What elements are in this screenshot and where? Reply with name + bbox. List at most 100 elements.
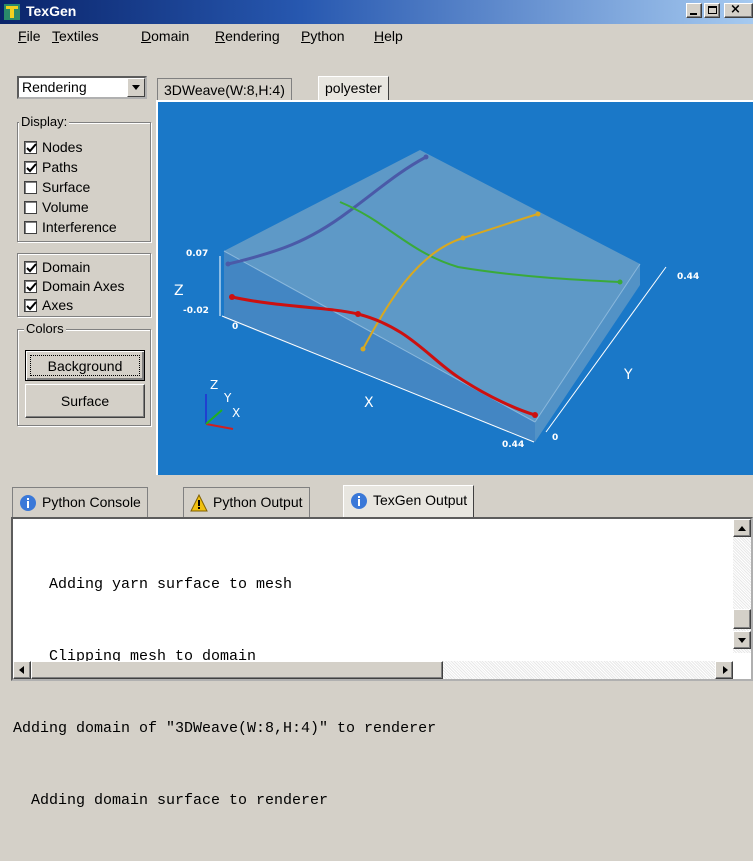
domain-display-group: Domain Domain Axes Axes bbox=[17, 253, 151, 317]
tab-polyester[interactable]: polyester bbox=[318, 76, 389, 101]
maximize-icon bbox=[708, 6, 717, 14]
title-bar[interactable]: TexGen × bbox=[0, 0, 753, 24]
menu-rendering-mnemonic: R bbox=[215, 28, 226, 44]
domain-checkbox-box[interactable] bbox=[24, 261, 37, 274]
menu-domain-label: omain bbox=[151, 28, 190, 44]
check-icon bbox=[26, 282, 37, 292]
scroll-down-button[interactable] bbox=[733, 631, 751, 649]
paths-checkbox-box[interactable] bbox=[24, 161, 37, 174]
menu-file[interactable]: File bbox=[18, 28, 41, 44]
domain-axes-checkbox-label: Domain Axes bbox=[42, 278, 125, 294]
menu-help-label: elp bbox=[384, 28, 403, 44]
z-bottom-tick-label: -0.02 bbox=[183, 306, 209, 316]
tab-3dweave-label: 3DWeave(W:8,H:4) bbox=[164, 82, 285, 98]
menu-rendering-label: endering bbox=[225, 28, 280, 44]
menu-file-mnemonic: F bbox=[18, 28, 27, 44]
menu-textiles-label: extiles bbox=[59, 28, 99, 44]
scroll-up-button[interactable] bbox=[733, 519, 751, 537]
tab-texgen-output-label: TexGen Output bbox=[373, 492, 468, 508]
interference-checkbox-label: Interference bbox=[42, 219, 117, 235]
nodes-checkbox-box[interactable] bbox=[24, 141, 37, 154]
close-icon: × bbox=[730, 2, 741, 17]
yarn-node bbox=[617, 279, 623, 285]
y-end-tick-label: 0.44 bbox=[677, 272, 700, 282]
menu-python-mnemonic: P bbox=[301, 28, 311, 44]
check-icon bbox=[26, 143, 37, 153]
menu-help[interactable]: Help bbox=[374, 28, 403, 44]
y-start-tick-label: 0 bbox=[552, 433, 559, 443]
yarn-node bbox=[225, 261, 231, 267]
check-icon bbox=[26, 301, 37, 311]
horizontal-scrollbar[interactable] bbox=[13, 661, 733, 679]
volume-checkbox-box[interactable] bbox=[24, 201, 37, 214]
texgen-output-console[interactable]: Adding yarn surface to mesh Clipping mes… bbox=[11, 517, 753, 809]
mode-select[interactable]: Rendering bbox=[17, 76, 147, 99]
console-line: Adding domain of "3DWeave(W:8,H:4)" to r… bbox=[13, 720, 437, 737]
menu-textiles[interactable]: Textiles bbox=[52, 28, 99, 44]
tab-python-console[interactable]: Python Console bbox=[12, 487, 148, 517]
arrow-right-icon bbox=[723, 666, 728, 674]
render-viewport[interactable]: Z X Y 0.07 -0.02 0 0.44 0.44 0 Z Y X bbox=[156, 100, 753, 475]
horizontal-scroll-thumb[interactable] bbox=[31, 661, 443, 679]
display-group-title: Display: bbox=[19, 114, 70, 129]
colors-group-title: Colors bbox=[24, 321, 66, 336]
vertical-scrollbar[interactable] bbox=[733, 519, 751, 653]
domain-axes-checkbox-box[interactable] bbox=[24, 280, 37, 293]
surface-checkbox-label: Surface bbox=[42, 179, 91, 195]
paths-checkbox-label: Paths bbox=[42, 159, 78, 175]
menu-file-label: ile bbox=[26, 28, 41, 44]
tab-texgen-output[interactable]: TexGen Output bbox=[343, 485, 475, 518]
triad-x-axis bbox=[205, 423, 234, 430]
mode-select-dropdown-button[interactable] bbox=[127, 78, 145, 97]
arrow-down-icon bbox=[738, 638, 746, 643]
window-title: TexGen bbox=[26, 3, 77, 19]
scroll-left-button[interactable] bbox=[13, 661, 31, 679]
axes-checkbox-label: Axes bbox=[42, 297, 74, 313]
triad-y-axis bbox=[205, 409, 223, 425]
yarn-node bbox=[355, 311, 361, 317]
surface-checkbox-box[interactable] bbox=[24, 181, 37, 194]
menu-python[interactable]: Python bbox=[301, 28, 345, 44]
menu-domain-mnemonic: D bbox=[141, 28, 152, 44]
yarn-node bbox=[460, 235, 466, 241]
check-icon bbox=[26, 163, 37, 173]
triad-z-label: Z bbox=[210, 378, 219, 392]
x-axis-label: X bbox=[364, 395, 374, 411]
z-top-tick-label: 0.07 bbox=[186, 249, 209, 259]
tab-polyester-label: polyester bbox=[325, 80, 382, 96]
axes-checkbox-box[interactable] bbox=[24, 299, 37, 312]
yarn-node bbox=[535, 211, 541, 217]
console-line: Adding domain surface to renderer bbox=[13, 792, 329, 809]
tab-python-console-label: Python Console bbox=[42, 494, 141, 510]
nodes-checkbox-label: Nodes bbox=[42, 139, 83, 155]
display-group: Display: Nodes Paths Surface Volume Inte… bbox=[17, 114, 151, 242]
tab-3dweave[interactable]: 3DWeave(W:8,H:4) bbox=[157, 78, 292, 100]
tab-python-output[interactable]: Python Output bbox=[183, 487, 310, 517]
menu-rendering[interactable]: Rendering bbox=[215, 28, 280, 44]
scroll-right-button[interactable] bbox=[715, 661, 733, 679]
info-icon bbox=[351, 493, 367, 510]
chevron-down-icon bbox=[132, 85, 140, 90]
domain-checkbox-label: Domain bbox=[42, 259, 91, 275]
info-icon bbox=[20, 495, 36, 512]
interference-checkbox-box[interactable] bbox=[24, 221, 37, 234]
menu-domain[interactable]: Domain bbox=[141, 28, 189, 44]
background-color-button[interactable]: Background bbox=[25, 350, 145, 381]
console-line: Adding yarn surface to mesh bbox=[13, 576, 293, 593]
menu-textiles-mnemonic: T bbox=[52, 28, 59, 44]
surface-color-button[interactable]: Surface bbox=[25, 384, 145, 418]
menu-bar: File Textiles Domain Rendering Python He… bbox=[0, 24, 753, 48]
vertical-scroll-thumb[interactable] bbox=[733, 609, 751, 629]
focus-indicator bbox=[30, 355, 140, 376]
close-button[interactable]: × bbox=[724, 2, 753, 18]
maximize-button[interactable] bbox=[704, 3, 720, 18]
check-icon bbox=[26, 263, 37, 273]
x-end-tick-label: 0.44 bbox=[502, 440, 525, 450]
yarn-node bbox=[532, 412, 538, 418]
tab-python-output-label: Python Output bbox=[213, 494, 303, 510]
mode-select-value: Rendering bbox=[22, 79, 87, 95]
x-origin-tick-label: 0 bbox=[232, 322, 239, 332]
minimize-button[interactable] bbox=[686, 3, 702, 18]
minimize-icon bbox=[690, 13, 697, 15]
arrow-left-icon bbox=[19, 666, 24, 674]
